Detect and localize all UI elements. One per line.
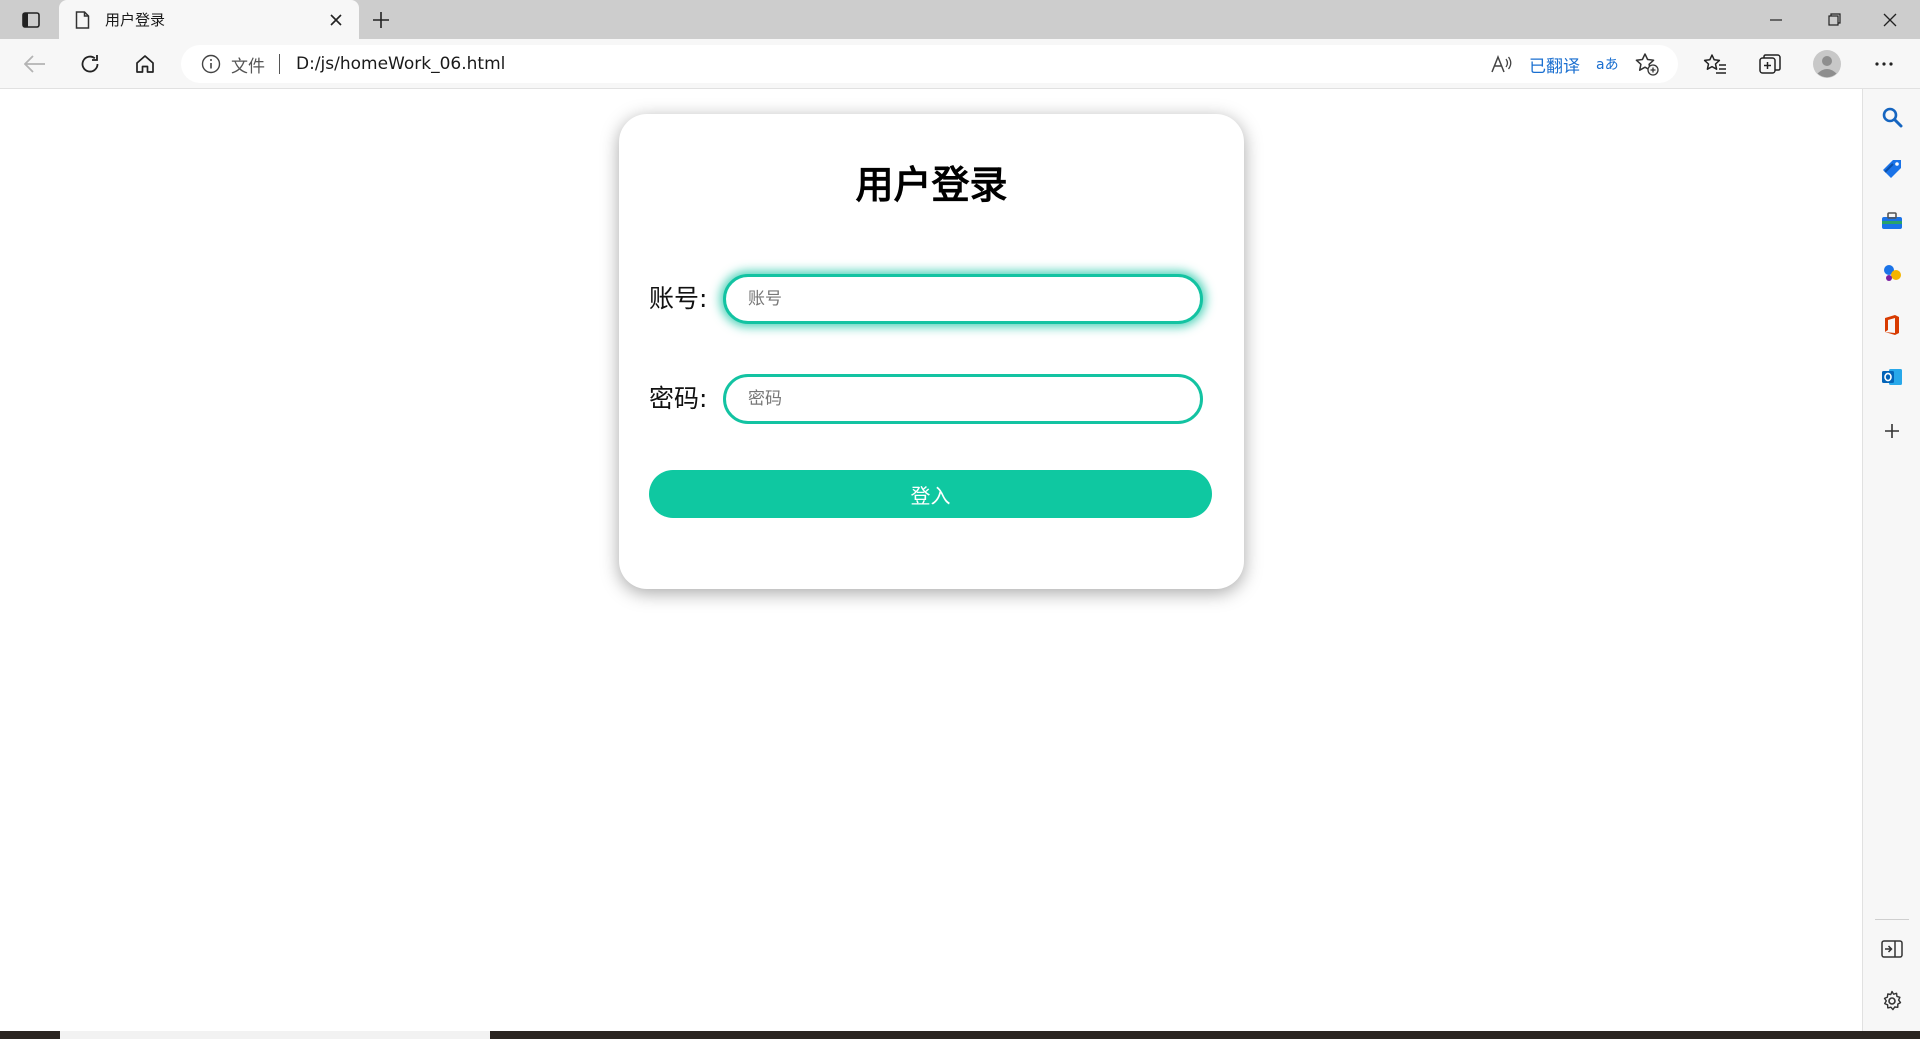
plus-icon[interactable] bbox=[366, 7, 396, 33]
favorites-icon[interactable] bbox=[1698, 47, 1732, 81]
url-text[interactable]: D:/js/homeWork_06.html bbox=[296, 54, 505, 74]
hide-sidebar-icon[interactable] bbox=[1876, 933, 1908, 965]
translate-icon[interactable]: aあ bbox=[1594, 51, 1620, 77]
edge-sidebar bbox=[1862, 89, 1920, 1031]
search-icon[interactable] bbox=[1876, 101, 1908, 133]
minimize-icon[interactable] bbox=[1748, 0, 1804, 39]
read-aloud-icon[interactable] bbox=[1489, 51, 1515, 77]
account-input[interactable] bbox=[723, 274, 1203, 324]
page-content: 用户登录 账号: 密码: 登入 bbox=[0, 89, 1862, 1031]
browser-tab[interactable]: 用户登录 bbox=[59, 0, 359, 39]
more-icon[interactable] bbox=[1867, 47, 1901, 81]
address-bar[interactable]: 文件 D:/js/homeWork_06.html 已翻译 aあ bbox=[181, 45, 1678, 83]
password-label: 密码: bbox=[649, 384, 708, 413]
add-favorite-icon[interactable] bbox=[1634, 51, 1660, 77]
close-icon[interactable] bbox=[325, 9, 347, 31]
office-icon[interactable] bbox=[1876, 309, 1908, 341]
password-input[interactable] bbox=[723, 374, 1203, 424]
restore-icon[interactable] bbox=[1806, 0, 1862, 39]
profile-avatar[interactable] bbox=[1810, 47, 1844, 81]
add-icon[interactable] bbox=[1876, 415, 1908, 447]
refresh-icon[interactable] bbox=[73, 47, 107, 81]
taskbar-highlight bbox=[60, 1031, 490, 1039]
address-separator bbox=[279, 54, 280, 74]
translated-label[interactable]: 已翻译 bbox=[1529, 52, 1580, 77]
svg-text:aあ: aあ bbox=[1596, 57, 1619, 73]
info-icon[interactable] bbox=[201, 54, 221, 74]
home-icon[interactable] bbox=[128, 47, 162, 81]
settings-icon[interactable] bbox=[1876, 985, 1908, 1017]
tab-strip: 用户登录 bbox=[0, 0, 1920, 39]
page-title: 用户登录 bbox=[855, 163, 1008, 207]
sidebar-divider bbox=[1875, 919, 1909, 920]
login-card: 用户登录 账号: 密码: 登入 bbox=[619, 114, 1244, 589]
login-button[interactable]: 登入 bbox=[649, 470, 1212, 518]
shopping-tag-icon[interactable] bbox=[1876, 153, 1908, 185]
close-window-icon[interactable] bbox=[1862, 0, 1918, 39]
page-icon bbox=[75, 10, 93, 30]
browser-toolbar: 文件 D:/js/homeWork_06.html 已翻译 aあ bbox=[0, 39, 1920, 89]
outlook-icon[interactable] bbox=[1876, 361, 1908, 393]
account-label: 账号: bbox=[649, 284, 708, 313]
tab-actions-icon[interactable] bbox=[14, 7, 48, 33]
tools-icon[interactable] bbox=[1876, 205, 1908, 237]
collections-icon[interactable] bbox=[1753, 47, 1787, 81]
tab-title: 用户登录 bbox=[105, 11, 166, 29]
back-arrow-icon[interactable] bbox=[18, 47, 52, 81]
games-icon[interactable] bbox=[1876, 257, 1908, 289]
scheme-label: 文件 bbox=[231, 56, 265, 77]
